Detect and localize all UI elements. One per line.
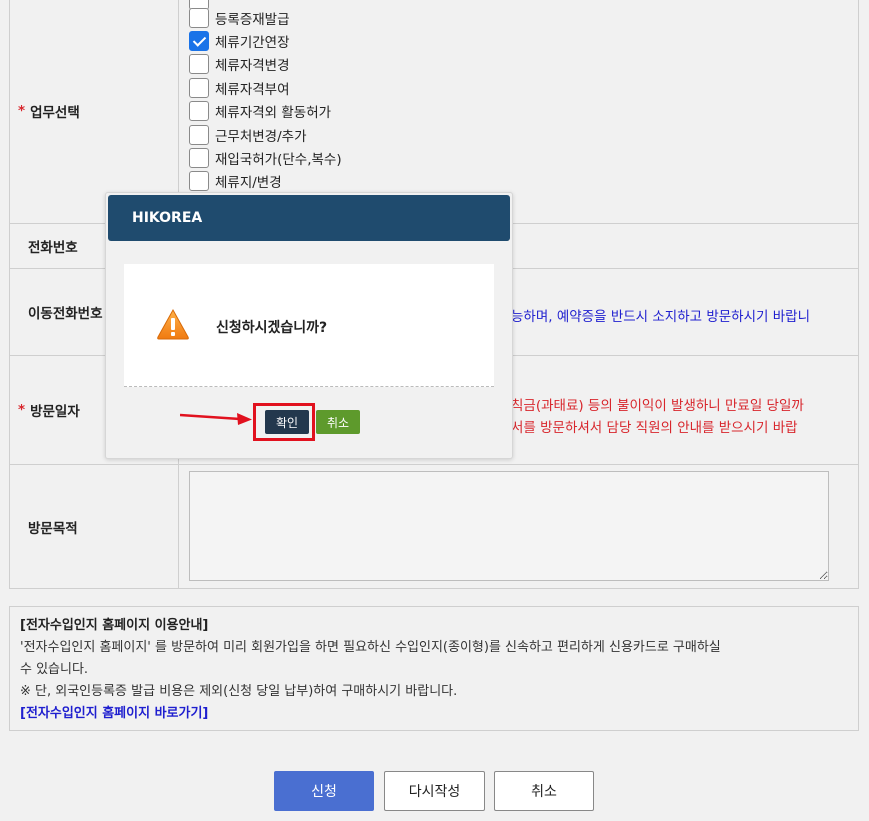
guide-line: 수 있습니다. <box>20 662 89 677</box>
checkbox[interactable] <box>189 78 209 98</box>
submit-button[interactable]: 신청 <box>274 771 374 811</box>
dialog-message: 신청하시겠습니까? <box>216 320 328 336</box>
cancel-button[interactable]: 취소 <box>494 771 594 811</box>
task-row: * 업무선택 등록증재발급 체류기간연장 체류자격변경 체류자격부여 체류자격외… <box>10 0 858 224</box>
task-option[interactable]: 체류자격부여 <box>189 77 290 99</box>
task-option-label: 체류자격변경 <box>215 58 290 74</box>
required-mark: * <box>18 402 26 418</box>
checkbox[interactable] <box>189 101 209 121</box>
task-option[interactable]: 체류지/변경 <box>189 170 282 192</box>
required-mark: * <box>18 103 26 119</box>
checkbox-checked[interactable] <box>189 31 209 51</box>
task-option-label: 체류자격외 활동허가 <box>215 105 332 121</box>
guide-title: [전자수입인지 홈페이지 이용안내] <box>20 618 209 633</box>
task-option-label: 체류기간연장 <box>215 35 290 51</box>
task-option[interactable]: 체류자격외 활동허가 <box>189 100 331 122</box>
task-label-cell: * 업무선택 <box>10 0 179 223</box>
purpose-field-cell <box>179 465 858 588</box>
task-option-label: 체류지/변경 <box>215 175 282 191</box>
purpose-textarea[interactable] <box>189 471 829 581</box>
task-option[interactable]: 재입국허가(단수,복수) <box>189 147 342 169</box>
stamp-homepage-link[interactable]: [전자수입인지 홈페이지 바로가기] <box>20 703 848 725</box>
checkbox[interactable] <box>189 125 209 145</box>
warning-icon <box>157 308 189 340</box>
task-option-label: 근무처변경/추가 <box>215 129 307 145</box>
red-arrow-icon <box>180 413 252 425</box>
task-option-label: 재입국허가(단수,복수) <box>215 152 342 168</box>
task-option-label: 등록증재발급 <box>215 12 290 28</box>
guide-line: ※ 단, 외국인등록증 발급 비용은 제외(신청 당일 납부)하여 구매하시기 … <box>20 684 458 699</box>
mobile-notice: 능하며, 예약증을 반드시 소지하고 방문하시기 바랍니 <box>511 309 810 325</box>
visit-date-notice-line1: 칙금(과태료) 등의 불이익이 발생하니 만료일 당일까 <box>511 398 804 414</box>
task-option[interactable]: 체류자격변경 <box>189 53 290 75</box>
highlight-box <box>253 403 315 441</box>
form-button-bar: 신청 다시작성 취소 <box>0 771 869 811</box>
task-label: 업무선택 <box>30 105 80 121</box>
task-options: 등록증재발급 체류기간연장 체류자격변경 체류자격부여 체류자격외 활동허가 근… <box>179 0 858 223</box>
dialog-cancel-button[interactable]: 취소 <box>316 410 360 434</box>
checkbox[interactable] <box>189 8 209 28</box>
task-option-label: 체류자격부여 <box>215 82 290 98</box>
visit-date-label: 방문일자 <box>30 404 80 420</box>
checkbox[interactable] <box>189 148 209 168</box>
guide-line: '전자수입인지 홈페이지' 를 방문하여 미리 회원가입을 하면 필요하신 수입… <box>20 640 721 655</box>
rewrite-button[interactable]: 다시작성 <box>384 771 485 811</box>
purpose-row: 방문목적 <box>10 465 858 588</box>
task-option[interactable]: 근무처변경/추가 <box>189 124 307 146</box>
checkbox[interactable] <box>189 171 209 191</box>
stamp-guide-box: [전자수입인지 홈페이지 이용안내] '전자수입인지 홈페이지' 를 방문하여 … <box>9 606 859 731</box>
checkbox[interactable] <box>189 54 209 74</box>
task-option[interactable]: 체류기간연장 <box>189 30 290 52</box>
task-option[interactable]: 등록증재발급 <box>189 7 290 29</box>
purpose-label: 방문목적 <box>10 465 179 588</box>
dialog-body: 신청하시겠습니까? <box>124 264 494 387</box>
dialog-title: HIKOREA <box>108 195 510 241</box>
visit-date-notice-line2: 서를 방문하셔서 담당 직원의 안내를 받으시기 바랍 <box>511 420 798 436</box>
